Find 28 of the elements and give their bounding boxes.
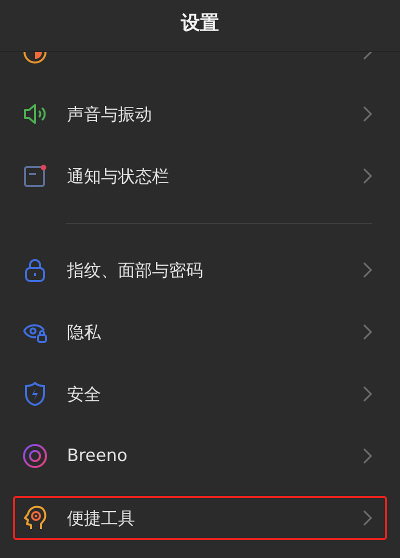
item-label: 通知与状态栏 — [67, 166, 170, 188]
head-target-icon — [22, 505, 48, 531]
settings-item[interactable]: 便捷工具 — [13, 496, 387, 540]
settings-item[interactable]: 指纹、面部与密码 — [13, 248, 387, 292]
chevron-icon — [362, 106, 372, 122]
settings-item[interactable]: 通知与状态栏 — [13, 154, 387, 198]
chevron-icon — [362, 168, 372, 184]
item-label: 声音与振动 — [67, 104, 153, 126]
chevron-icon — [362, 262, 372, 278]
ring-icon — [22, 443, 48, 469]
settings-item[interactable]: 隐私 — [13, 310, 387, 354]
item-label: 便捷工具 — [67, 508, 136, 530]
settings-item[interactable]: 安全 — [13, 372, 387, 416]
chevron-icon — [362, 386, 372, 402]
chevron-icon — [362, 510, 372, 526]
speaker-icon — [22, 101, 48, 127]
chevron-icon — [362, 324, 372, 340]
chevron-icon — [362, 448, 372, 464]
item-label: 安全 — [67, 384, 102, 406]
item-label: 隐私 — [67, 322, 102, 344]
item-label: 指纹、面部与密码 — [67, 260, 204, 282]
item-label: Breeno — [67, 446, 128, 466]
screen-title: 设置 — [181, 11, 219, 36]
settings-item[interactable]: Breeno — [13, 434, 387, 478]
notification-icon — [22, 163, 48, 189]
lock-icon — [22, 257, 48, 283]
shield-icon — [22, 381, 48, 407]
settings-item[interactable]: 声音与振动 — [13, 92, 387, 136]
